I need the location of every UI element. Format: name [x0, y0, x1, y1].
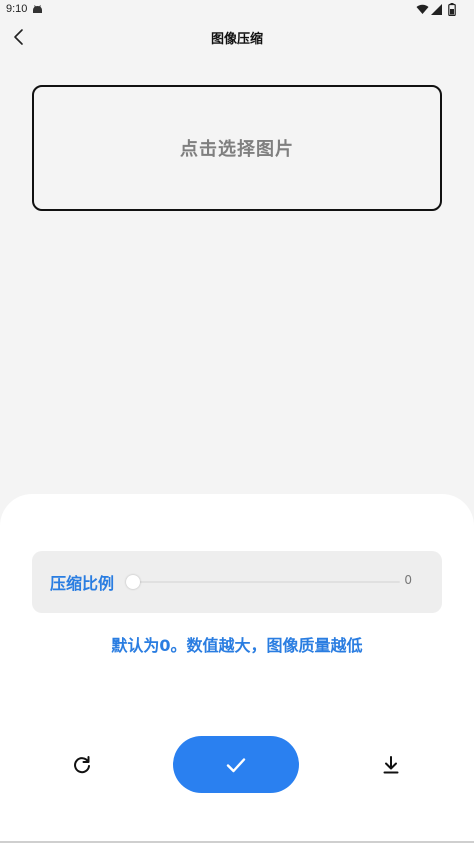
page-title: 图像压缩: [210, 32, 263, 47]
android-icon: [33, 5, 42, 13]
compression-ratio-row: 压缩比例 0: [32, 551, 442, 613]
compression-hint: 默认为0。数值越大，图像质量越低: [111, 636, 363, 655]
battery-icon: [448, 3, 456, 16]
wifi-icon: [416, 4, 429, 14]
select-image-button[interactable]: 点击选择图片: [32, 85, 442, 211]
status-bar: 9:10: [0, 0, 474, 20]
confirm-button[interactable]: [173, 736, 299, 793]
status-time: 9:10: [6, 3, 28, 15]
compression-slider-track[interactable]: [132, 581, 400, 583]
bottom-sheet: 压缩比例 0 默认为0。数值越大，图像质量越低: [0, 494, 474, 843]
compression-slider-thumb[interactable]: [126, 575, 140, 589]
refresh-icon[interactable]: [68, 751, 96, 779]
compression-ratio-label: 压缩比例: [50, 574, 115, 593]
select-image-label: 点击选择图片: [180, 139, 294, 160]
action-bar: [0, 736, 474, 794]
check-icon: [226, 757, 246, 772]
signal-icon: [431, 4, 442, 15]
download-icon[interactable]: [377, 751, 405, 779]
compression-ratio-value: 0: [404, 573, 412, 587]
top-bar: 图像压缩: [0, 22, 474, 52]
status-icons: [416, 3, 466, 17]
